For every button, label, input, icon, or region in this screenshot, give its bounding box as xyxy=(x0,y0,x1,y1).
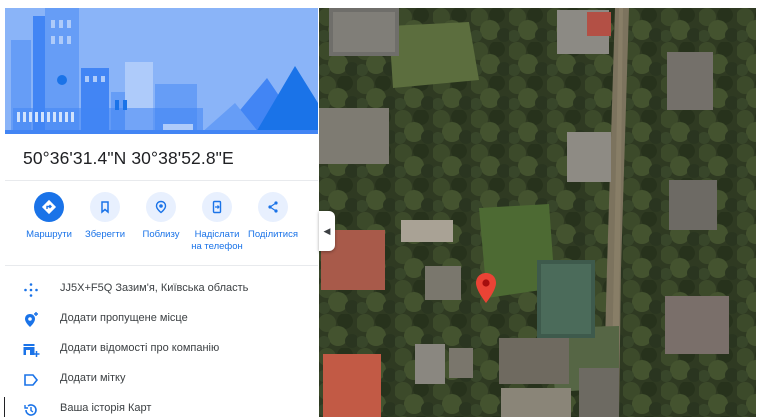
nearby-button[interactable]: Поблизу xyxy=(132,192,190,241)
bookmark-icon xyxy=(90,192,120,222)
plus-code-item[interactable]: JJ5X+F5Q Зазим'я, Київська область xyxy=(5,276,318,304)
satellite-map[interactable] xyxy=(319,8,756,417)
map-frame-top xyxy=(319,0,760,8)
add-label-text: Додати мітку xyxy=(60,372,126,384)
divider xyxy=(5,180,318,181)
share-icon xyxy=(258,192,288,222)
add-business-text: Додати відомості про компанію xyxy=(60,342,220,354)
plus-code-icon xyxy=(21,280,41,300)
place-panel: 50°36'31.4"N 30°38'52.8"E Маршрути Збере… xyxy=(5,8,318,417)
location-pin-icon[interactable] xyxy=(474,272,498,304)
coordinates-title: 50°36'31.4"N 30°38'52.8"E xyxy=(23,148,234,168)
action-bar: Маршрути Зберегти Поблизу Надіслати на т… xyxy=(5,192,318,262)
add-business-item[interactable]: Додати відомості про компанію xyxy=(5,336,318,364)
add-missing-place-text: Додати пропущене місце xyxy=(60,312,188,324)
divider xyxy=(5,265,318,266)
save-label: Зберегти xyxy=(84,229,126,240)
maps-history-item[interactable]: Ваша історія Карт xyxy=(5,396,318,417)
add-missing-place-item[interactable]: Додати пропущене місце xyxy=(5,306,318,334)
label-icon xyxy=(21,370,41,390)
maps-history-text: Ваша історія Карт xyxy=(60,402,152,414)
directions-icon xyxy=(34,192,64,222)
send-to-phone-button[interactable]: Надіслати на телефон xyxy=(188,192,246,253)
add-place-icon xyxy=(21,310,41,330)
share-button[interactable]: Поділитися xyxy=(244,192,302,241)
hero-illustration xyxy=(5,8,318,134)
nearby-icon xyxy=(146,192,176,222)
add-label-item[interactable]: Додати мітку xyxy=(5,366,318,394)
history-icon xyxy=(21,400,41,417)
add-business-icon xyxy=(21,340,41,360)
directions-button[interactable]: Маршрути xyxy=(20,192,78,241)
send-to-phone-label: Надіслати на телефон xyxy=(191,229,243,252)
directions-label: Маршрути xyxy=(26,229,72,240)
collapse-panel-button[interactable]: ◀ xyxy=(319,211,335,251)
nearby-label: Поблизу xyxy=(142,229,180,240)
send-to-phone-icon xyxy=(202,192,232,222)
plus-code-text: JJ5X+F5Q Зазим'я, Київська область xyxy=(60,282,249,294)
share-label: Поділитися xyxy=(248,229,298,240)
map-frame-right xyxy=(756,0,760,417)
chevron-left-icon: ◀ xyxy=(323,225,331,236)
save-button[interactable]: Зберегти xyxy=(76,192,134,241)
